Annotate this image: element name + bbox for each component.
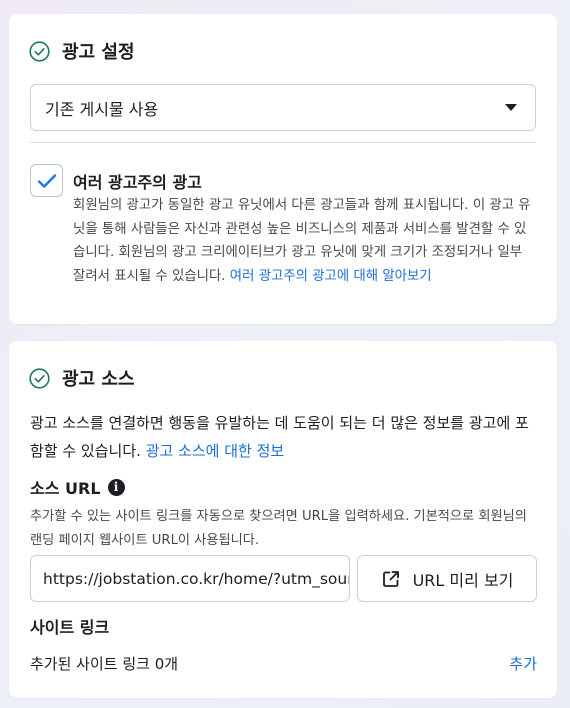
url-preview-button[interactable]: URL 미리 보기	[357, 555, 537, 602]
info-icon[interactable]: i	[107, 478, 125, 496]
checkmark-icon	[37, 173, 56, 188]
check-circle-icon	[29, 40, 50, 62]
check-circle-icon	[29, 367, 50, 389]
url-preview-label: URL 미리 보기	[412, 570, 514, 590]
creative-source-dropdown[interactable]: 기존 게시물 사용	[30, 84, 536, 131]
source-url-input[interactable]: https://jobstation.co.kr/home/?utm_sourc…	[30, 555, 350, 602]
divider	[30, 142, 536, 143]
ad-settings-title: 광고 설정	[62, 42, 135, 63]
source-url-label-text: 소스 URL	[30, 479, 101, 498]
ad-source-card: 광고 소스 광고 소스를 연결하면 행동을 유발하는 데 도움이 되는 더 많은…	[9, 341, 557, 698]
site-links-count: 추가된 사이트 링크 0개	[30, 655, 179, 673]
dropdown-selected-value: 기존 게시물 사용	[45, 99, 159, 119]
external-link-icon	[382, 570, 399, 587]
add-site-link-button[interactable]: 추가	[509, 653, 537, 674]
multi-advertiser-learn-more-link[interactable]: 여러 광고주의 광고에 대해 알아보기	[230, 269, 432, 284]
chevron-down-icon	[505, 104, 517, 111]
ad-settings-header: 광고 설정	[29, 38, 135, 64]
ad-source-title: 광고 소스	[62, 369, 135, 390]
multi-advertiser-checkbox[interactable]	[30, 164, 63, 197]
ad-source-header: 광고 소스	[29, 365, 135, 391]
source-url-help: 추가할 수 있는 사이트 링크를 자동으로 찾으려면 URL을 입력하세요. 기…	[30, 509, 527, 548]
source-url-label: 소스 URL i	[30, 475, 125, 499]
ad-settings-card: 광고 설정 기존 게시물 사용 여러 광고주의 광고 회원님의 광고가 동일한 …	[9, 14, 557, 324]
multi-advertiser-description: 회원님의 광고가 동일한 광고 유닛에서 다른 광고들과 함께 표시됩니다. 이…	[73, 194, 537, 288]
site-links-label: 사이트 링크	[30, 618, 110, 637]
ad-source-info-link[interactable]: 광고 소스에 대한 정보	[146, 442, 285, 460]
ad-source-description: 광고 소스를 연결하면 행동을 유발하는 데 도움이 되는 더 많은 정보를 광…	[30, 409, 539, 465]
multi-advertiser-title: 여러 광고주의 광고	[73, 173, 202, 192]
